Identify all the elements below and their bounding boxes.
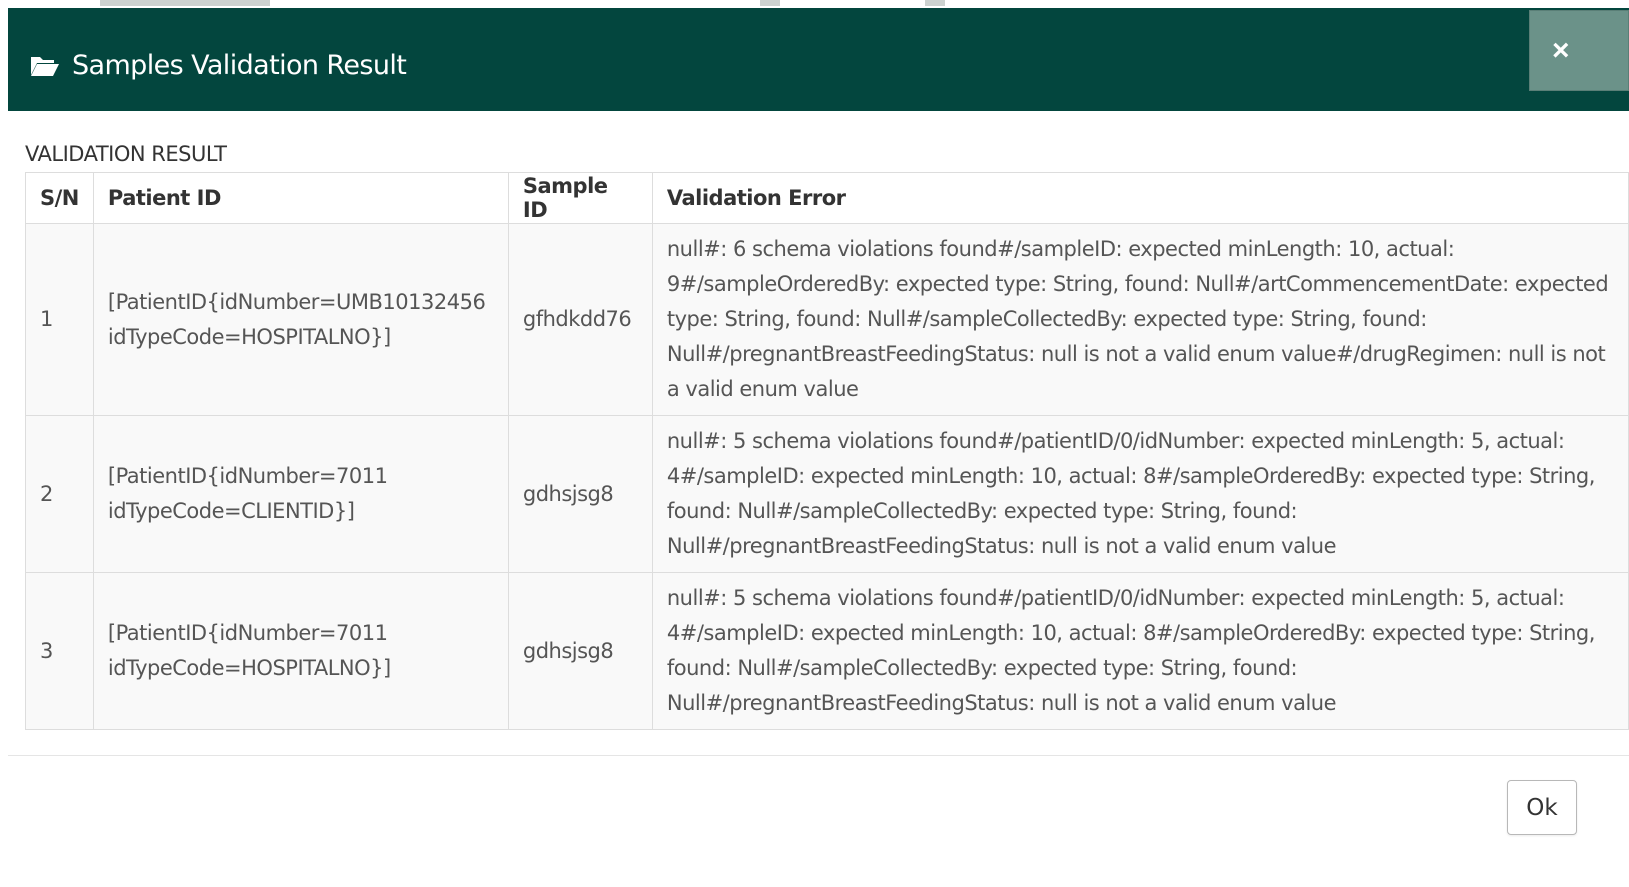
column-header-validation-error: Validation Error [651,172,1629,224]
background-blur [760,0,780,6]
modal-header: Samples Validation Result [8,8,1629,111]
table-header-row: S/N Patient ID Sample ID Validation Erro… [25,172,1629,224]
cell-sample-id: gfhdkdd76 [507,223,653,416]
table-row: 1 [PatientID{idNumber=UMB10132456 idType… [25,223,1629,416]
modal-title-wrap: Samples Validation Result [30,50,407,81]
background-blur [100,0,270,6]
modal-footer-divider [8,755,1629,756]
column-header-sample-id: Sample ID [507,172,653,224]
cell-sn: 3 [25,572,94,730]
close-button[interactable]: × [1529,10,1629,91]
cell-validation-error: null#: 6 schema violations found#/sample… [651,223,1629,416]
table-row: 2 [PatientID{idNumber=7011 idTypeCode=CL… [25,415,1629,573]
table-row: 3 [PatientID{idNumber=7011 idTypeCode=HO… [25,572,1629,730]
cell-sample-id: gdhsjsg8 [507,572,653,730]
section-label: VALIDATION RESULT [25,142,227,166]
cell-sn: 1 [25,223,94,416]
cell-sn: 2 [25,415,94,573]
validation-table: S/N Patient ID Sample ID Validation Erro… [25,172,1629,730]
folder-open-icon [31,56,59,76]
cell-patient-id: [PatientID{idNumber=UMB10132456 idTypeCo… [92,223,509,416]
cell-patient-id: [PatientID{idNumber=7011 idTypeCode=CLIE… [92,415,509,573]
modal-title: Samples Validation Result [72,50,407,81]
cell-validation-error: null#: 5 schema violations found#/patien… [651,415,1629,573]
column-header-patient-id: Patient ID [92,172,509,224]
background-blur [925,0,945,6]
background-page-strip [0,0,1629,8]
ok-button[interactable]: Ok [1507,780,1577,835]
column-header-sn: S/N [25,172,94,224]
cell-patient-id: [PatientID{idNumber=7011 idTypeCode=HOSP… [92,572,509,730]
cell-validation-error: null#: 5 schema violations found#/patien… [651,572,1629,730]
cell-sample-id: gdhsjsg8 [507,415,653,573]
